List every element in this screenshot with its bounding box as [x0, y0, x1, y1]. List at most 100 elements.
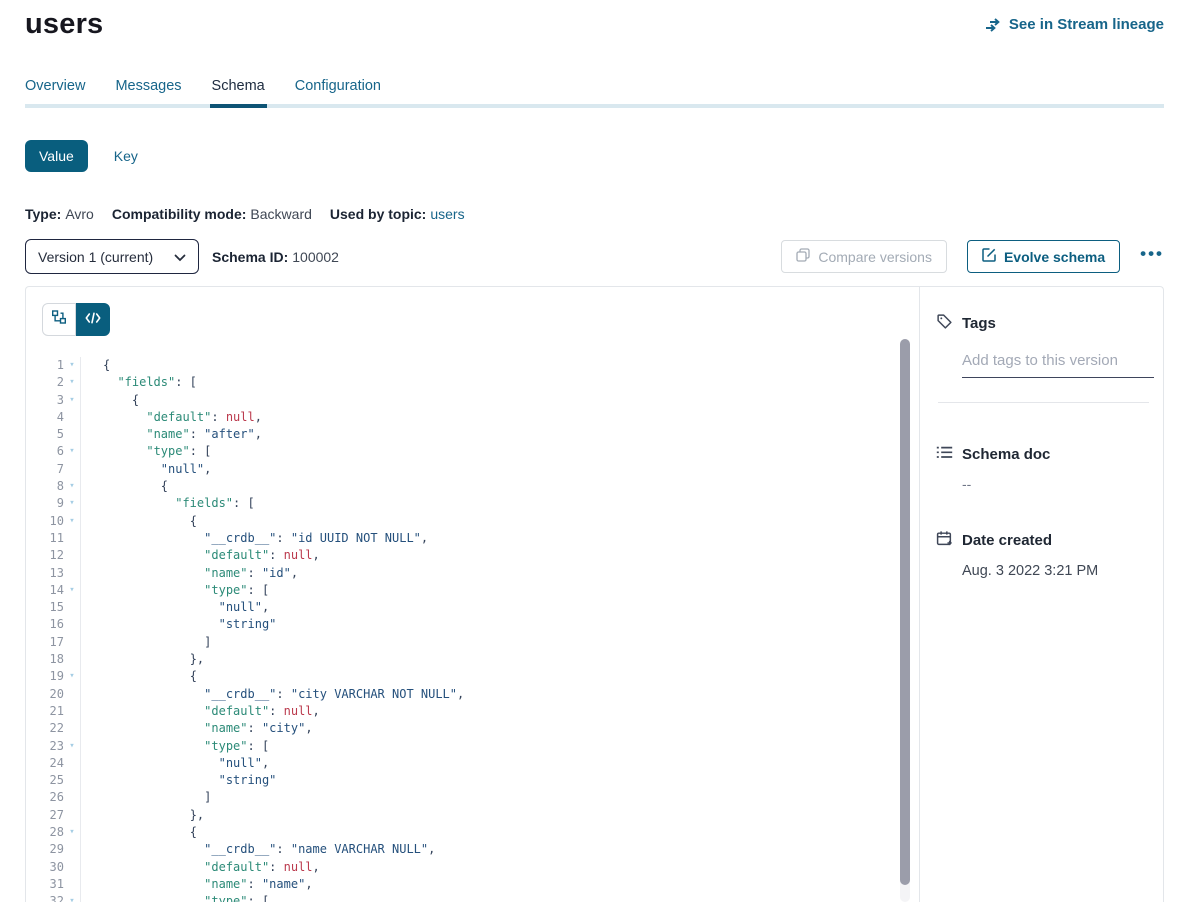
- code-text: "type": [: [81, 738, 269, 755]
- see-in-stream-lineage-link[interactable]: See in Stream lineage: [985, 16, 1164, 33]
- code-line: 5"name": "after",: [26, 426, 919, 443]
- code-text: "fields": [: [81, 374, 197, 391]
- tree-view-icon: [51, 309, 67, 330]
- code-text: {: [81, 392, 139, 409]
- code-text: "name": "after",: [81, 426, 262, 443]
- fold-caret-icon[interactable]: ▾: [64, 738, 81, 755]
- tags-title: Tags: [962, 315, 996, 332]
- code-line: 14▾"type": [: [26, 582, 919, 599]
- code-text: "null",: [81, 755, 269, 772]
- schema-doc-title: Schema doc: [962, 446, 1050, 463]
- fold-caret-icon[interactable]: ▾: [64, 495, 81, 512]
- tab-messages[interactable]: Messages: [115, 78, 181, 108]
- code-text: ]: [81, 634, 211, 651]
- more-options-button[interactable]: •••: [1140, 245, 1164, 268]
- code-text: "name": "city",: [81, 720, 313, 737]
- line-number: 6: [26, 443, 64, 460]
- schema-doc-value: --: [962, 476, 1149, 492]
- code-text: },: [81, 651, 204, 668]
- code-line: 18},: [26, 651, 919, 668]
- copy-icon: [796, 248, 810, 265]
- key-tab-link[interactable]: Key: [114, 148, 138, 164]
- topic-link[interactable]: users: [430, 206, 464, 222]
- line-number: 15: [26, 599, 64, 616]
- tree-view-button[interactable]: [42, 303, 76, 336]
- evolve-schema-button[interactable]: Evolve schema: [967, 240, 1120, 273]
- value-tab-button[interactable]: Value: [25, 140, 88, 172]
- code-line: 29"__crdb__": "name VARCHAR NULL",: [26, 841, 919, 858]
- line-number: 27: [26, 807, 64, 824]
- compare-versions-button[interactable]: Compare versions: [781, 240, 947, 273]
- fold-caret-icon[interactable]: ▾: [64, 374, 81, 391]
- line-number: 17: [26, 634, 64, 651]
- line-number: 8: [26, 478, 64, 495]
- code-line: 4 "default": null,: [26, 409, 919, 426]
- line-number: 16: [26, 616, 64, 633]
- line-number: 18: [26, 651, 64, 668]
- code-line: 15"null",: [26, 599, 919, 616]
- tab-schema[interactable]: Schema: [212, 78, 265, 108]
- line-number: 30: [26, 859, 64, 876]
- line-number: 7: [26, 461, 64, 478]
- scrollbar-thumb[interactable]: [900, 339, 910, 885]
- edit-icon: [982, 248, 996, 265]
- compatibility-value: Backward: [250, 206, 311, 222]
- add-tags-input[interactable]: [962, 348, 1154, 378]
- fold-gutter: [64, 755, 81, 772]
- used-by-topic-label: Used by topic:: [330, 206, 426, 222]
- line-number: 20: [26, 686, 64, 703]
- code-text: "default": null,: [81, 547, 320, 564]
- type-value: Avro: [65, 206, 94, 222]
- tab-overview[interactable]: Overview: [25, 78, 85, 108]
- code-text: {: [81, 668, 197, 685]
- calendar-plus-icon: [936, 530, 953, 551]
- editor-toolbar: [26, 287, 919, 336]
- version-select[interactable]: Version 1 (current): [25, 239, 199, 274]
- code-text: "string": [81, 616, 276, 633]
- fold-caret-icon[interactable]: ▾: [64, 443, 81, 460]
- code-line: 25"string": [26, 772, 919, 789]
- code-text: {: [81, 357, 110, 374]
- fold-gutter: [64, 565, 81, 582]
- fold-gutter: [64, 876, 81, 893]
- line-number: 31: [26, 876, 64, 893]
- line-number: 4: [26, 409, 64, 426]
- code-line: 8▾{: [26, 478, 919, 495]
- schema-editor: 1▾{2▾"fields": [3▾{4"default": null,5"na…: [26, 287, 919, 902]
- tab-bar: Overview Messages Schema Configuration: [25, 78, 1164, 108]
- compatibility-label: Compatibility mode:: [112, 206, 247, 222]
- chevron-down-icon: [174, 249, 186, 265]
- schema-panel: 1▾{2▾"fields": [3▾{4"default": null,5"na…: [25, 286, 1164, 902]
- fold-caret-icon[interactable]: ▾: [64, 357, 81, 374]
- code-text: "default": null,: [81, 409, 262, 426]
- code-view-button[interactable]: [76, 303, 110, 336]
- fold-caret-icon[interactable]: ▾: [64, 668, 81, 685]
- line-number: 11: [26, 530, 64, 547]
- line-number: 26: [26, 789, 64, 806]
- line-number: 1: [26, 357, 64, 374]
- code-line: 2▾"fields": [: [26, 374, 919, 391]
- fold-caret-icon[interactable]: ▾: [64, 893, 81, 902]
- fold-gutter: [64, 686, 81, 703]
- schema-meta-row: Type:Avro Compatibility mode:Backward Us…: [25, 206, 1164, 222]
- compare-versions-label: Compare versions: [818, 249, 932, 265]
- see-in-stream-lineage-label: See in Stream lineage: [1009, 16, 1164, 33]
- code-line: 16 "string": [26, 616, 919, 633]
- fold-caret-icon[interactable]: ▾: [64, 478, 81, 495]
- code-line: 24"null",: [26, 755, 919, 772]
- code-text: "default": null,: [81, 703, 320, 720]
- line-number: 23: [26, 738, 64, 755]
- fold-gutter: [64, 409, 81, 426]
- fold-caret-icon[interactable]: ▾: [64, 392, 81, 409]
- code-line: 31"name": "name",: [26, 876, 919, 893]
- fold-caret-icon[interactable]: ▾: [64, 582, 81, 599]
- fold-caret-icon[interactable]: ▾: [64, 824, 81, 841]
- tab-configuration[interactable]: Configuration: [295, 78, 381, 108]
- fold-gutter: [64, 599, 81, 616]
- code-text: "type": [: [81, 893, 269, 902]
- code-line: 7"null",: [26, 461, 919, 478]
- code-view-icon: [85, 311, 101, 329]
- code-line: 1▾{: [26, 357, 919, 374]
- fold-caret-icon[interactable]: ▾: [64, 513, 81, 530]
- page-header: users See in Stream lineage: [25, 0, 1164, 41]
